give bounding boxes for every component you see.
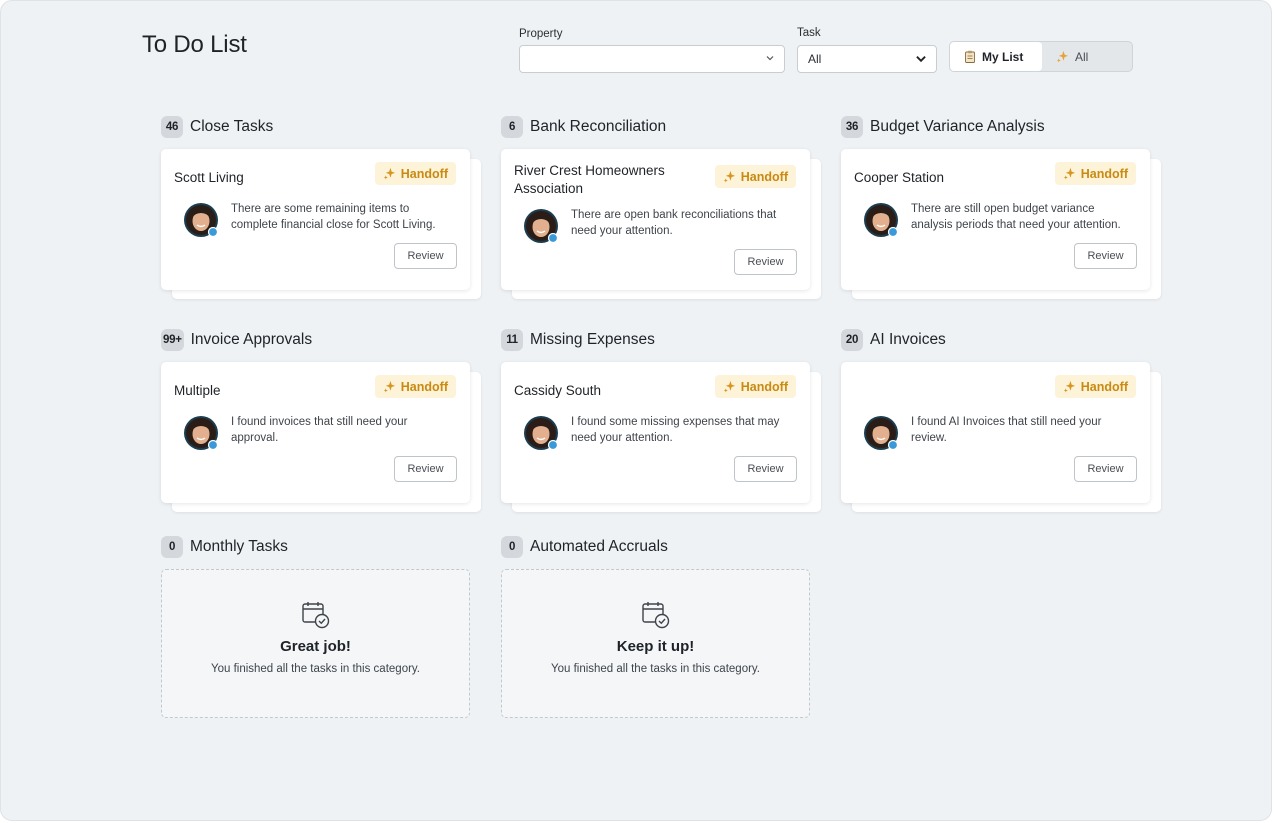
card-message: There are still open budget variance ana… — [911, 203, 1121, 231]
count-badge: 0 — [161, 536, 183, 558]
handoff-label: Handoff — [740, 169, 788, 184]
count-badge: 20 — [841, 329, 863, 351]
sparkle-icon — [383, 380, 395, 393]
assistant-avatar — [524, 416, 559, 451]
handoff-label: Handoff — [400, 379, 448, 394]
card-title: Scott Living — [174, 170, 244, 185]
sparkle-icon — [1056, 50, 1069, 63]
section-title: Budget Variance Analysis — [870, 118, 1045, 135]
review-button[interactable]: Review — [1074, 243, 1137, 269]
handoff-label: Handoff — [1080, 379, 1128, 394]
empty-state-card: Keep it up! You finished all the tasks i… — [501, 569, 810, 718]
property-filter-label: Property — [519, 28, 563, 40]
review-button[interactable]: Review — [734, 456, 797, 482]
sparkle-icon — [383, 167, 395, 180]
handoff-label: Handoff — [740, 379, 788, 394]
empty-state-text: You finished all the tasks in this categ… — [550, 663, 761, 675]
section-close-tasks: 46 Close Tasks Scott Living Handoff Ther… — [161, 116, 481, 301]
count-badge: 36 — [841, 116, 863, 138]
section-invoice-approvals: 99+ Invoice Approvals Multiple Handoff I… — [161, 329, 481, 514]
card-title: River Crest Homeowners Association — [514, 163, 665, 196]
sparkle-icon — [723, 380, 735, 393]
all-toggle[interactable]: All — [1042, 42, 1102, 71]
task-card[interactable]: Scott Living Handoff There are some rema… — [161, 149, 470, 290]
section-title: Invoice Approvals — [190, 331, 313, 348]
task-card[interactable]: River Crest Homeowners Association Hando… — [501, 149, 810, 290]
calendar-check-icon — [302, 602, 330, 629]
handoff-tag: Handoff — [714, 375, 796, 398]
card-message: I found AI Invoices that still need your… — [911, 416, 1102, 444]
task-card[interactable]: Cooper Station Handoff There are still o… — [841, 149, 1150, 290]
empty-state-text: You finished all the tasks in this categ… — [210, 663, 421, 675]
view-toggle: My List All — [949, 41, 1133, 72]
handoff-tag: Handoff — [374, 162, 456, 185]
review-button[interactable]: Review — [1074, 456, 1137, 482]
empty-state-card: Great job! You finished all the tasks in… — [161, 569, 470, 718]
card-title: Cooper Station — [854, 170, 945, 185]
section-budget-variance-analysis: 36 Budget Variance Analysis Cooper Stati… — [841, 116, 1161, 301]
sparkle-icon — [1063, 380, 1075, 393]
empty-state-title: Keep it up! — [616, 638, 695, 655]
section-title: Close Tasks — [190, 118, 274, 135]
assistant-avatar — [184, 203, 219, 238]
chevron-down-icon — [766, 56, 774, 61]
task-card[interactable]: Handoff I found AI Invoices that still n… — [841, 362, 1150, 503]
task-filter-label: Task — [797, 27, 821, 39]
section-title: Automated Accruals — [530, 538, 668, 555]
count-badge: 46 — [161, 116, 183, 138]
count-badge: 99+ — [161, 329, 184, 351]
section-missing-expenses: 11 Missing Expenses Cassidy South Handof… — [501, 329, 821, 514]
task-select[interactable]: All — [797, 45, 937, 73]
task-card[interactable]: Multiple Handoff I found invoices that s… — [161, 362, 470, 503]
section-monthly-tasks: 0 Monthly Tasks Great job! You finished … — [161, 536, 481, 718]
card-message: There are open bank reconciliations that… — [571, 209, 777, 237]
all-label: All — [1075, 49, 1089, 64]
card-message: There are some remaining items to comple… — [231, 203, 436, 231]
my-list-toggle[interactable]: My List — [950, 42, 1042, 71]
empty-state-title: Great job! — [280, 638, 351, 655]
chevron-down-icon — [916, 56, 926, 63]
review-button[interactable]: Review — [394, 456, 457, 482]
calendar-check-icon — [642, 602, 670, 629]
card-title: Cassidy South — [514, 383, 602, 398]
my-list-label: My List — [982, 49, 1024, 64]
clipboard-icon — [965, 50, 975, 63]
handoff-tag: Handoff — [374, 375, 456, 398]
handoff-tag: Handoff — [714, 165, 796, 188]
section-title: AI Invoices — [870, 331, 946, 348]
task-select-value: All — [808, 52, 822, 66]
handoff-tag: Handoff — [1054, 375, 1136, 398]
card-title: Multiple — [174, 383, 221, 398]
review-button[interactable]: Review — [734, 249, 797, 275]
handoff-label: Handoff — [400, 166, 448, 181]
section-title: Monthly Tasks — [190, 538, 288, 555]
count-badge: 0 — [501, 536, 523, 558]
review-button[interactable]: Review — [394, 243, 457, 269]
task-card[interactable]: Cassidy South Handoff I found some missi… — [501, 362, 810, 503]
section-ai-invoices: 20 AI Invoices Handoff I found AI Invoic… — [841, 329, 1161, 514]
handoff-tag: Handoff — [1054, 162, 1136, 185]
count-badge: 6 — [501, 116, 523, 138]
section-title: Missing Expenses — [530, 331, 655, 348]
count-badge: 11 — [501, 329, 523, 351]
assistant-avatar — [864, 416, 899, 451]
app-frame: To Do List Property Task All My List All… — [0, 0, 1272, 821]
card-message: I found some missing expenses that may n… — [571, 416, 780, 444]
sparkle-icon — [1063, 167, 1075, 180]
page-title: To Do List — [142, 31, 247, 58]
sparkle-icon — [723, 170, 735, 183]
assistant-avatar — [524, 209, 559, 244]
section-automated-accruals: 0 Automated Accruals Keep it up! You fin… — [501, 536, 821, 718]
assistant-avatar — [864, 203, 899, 238]
handoff-label: Handoff — [1080, 166, 1128, 181]
section-bank-reconciliation: 6 Bank Reconciliation River Crest Homeow… — [501, 116, 821, 301]
section-title: Bank Reconciliation — [530, 118, 667, 135]
assistant-avatar — [184, 416, 219, 451]
card-message: I found invoices that still need your ap… — [231, 416, 408, 444]
property-select[interactable] — [519, 45, 785, 73]
